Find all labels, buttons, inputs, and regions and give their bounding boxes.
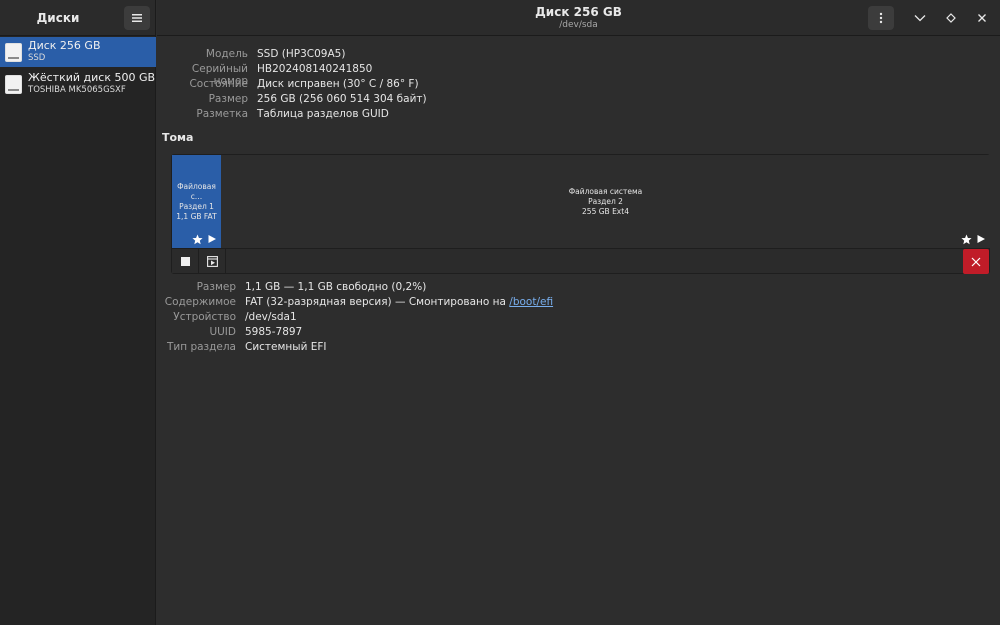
partition-status-icons — [192, 234, 217, 245]
close-window-button[interactable] — [969, 6, 995, 30]
partition-name: Раздел 2 — [588, 196, 623, 206]
partition-1[interactable]: Файловая с… Раздел 1 1,1 GB FAT — [172, 155, 221, 248]
info-label: Устройство — [173, 311, 236, 323]
mount-point-link[interactable]: /boot/efi — [509, 296, 553, 308]
info-value: Таблица разделов GUID — [257, 108, 389, 120]
info-label: Размер — [208, 93, 248, 105]
sidebar-item-disk-256[interactable]: Диск 256 GB SSD — [0, 37, 156, 67]
partition-status-icons — [961, 234, 986, 245]
disk-size-row: Размер 256 GB (256 060 514 304 байт) — [157, 93, 427, 105]
minimize-button[interactable] — [907, 6, 933, 30]
mount-icon — [206, 256, 218, 267]
disk-icon — [5, 74, 22, 94]
info-label: Модель — [205, 48, 248, 60]
disk-name: Диск 256 GB — [28, 39, 101, 52]
volume-map: Файловая с… Раздел 1 1,1 GB FAT Файловая… — [171, 154, 990, 274]
sidebar-header: Диски — [0, 0, 155, 36]
info-label: Тип раздела — [167, 341, 236, 353]
disk-subtitle: TOSHIBA MK5065GSXF — [28, 85, 126, 95]
play-icon — [977, 235, 985, 243]
info-value: Системный EFI — [245, 341, 327, 353]
kebab-icon — [879, 12, 883, 24]
info-label: Размер — [196, 281, 236, 293]
hamburger-icon — [132, 14, 142, 22]
unmount-button[interactable] — [172, 249, 199, 274]
diamond-icon — [946, 13, 956, 23]
partition-type: Файловая с… — [177, 181, 216, 201]
info-value: FAT (32-разрядная версия) — Смонтировано… — [245, 296, 553, 308]
volume-uuid-row: UUID 5985-7897 — [157, 326, 302, 338]
disk-state-row: Состояние Диск исправен (30° C / 86° F) — [157, 78, 419, 90]
info-label: Содержимое — [164, 296, 236, 308]
delete-partition-button[interactable] — [963, 249, 989, 274]
info-value: Диск исправен (30° C / 86° F) — [257, 78, 419, 90]
volume-size-row: Размер 1,1 GB — 1,1 GB свободно (0,2%) — [157, 281, 427, 293]
partition-2[interactable]: Файловая система Раздел 2 255 GB Ext4 — [221, 155, 990, 248]
sidebar: Диски Диск 256 GB SSD Жёсткий диск 500 G… — [0, 0, 156, 625]
info-value: /dev/sda1 — [245, 311, 297, 323]
disk-icon — [5, 42, 22, 62]
info-value: SSD (HP3C09A5) — [257, 48, 346, 60]
close-icon — [978, 14, 986, 22]
partition-size: 255 GB Ext4 — [582, 206, 629, 216]
maximize-button[interactable] — [938, 6, 964, 30]
chevron-down-icon — [914, 15, 926, 22]
disk-model-row: Модель SSD (HP3C09A5) — [157, 48, 346, 60]
info-label: Разметка — [196, 108, 248, 120]
disk-menu-button[interactable] — [868, 6, 894, 30]
header-bar: Диск 256 GB /dev/sda — [157, 0, 1000, 36]
info-value: 1,1 GB — 1,1 GB свободно (0,2%) — [245, 281, 427, 293]
sidebar-item-disk-500[interactable]: Жёсткий диск 500 GB TOSHIBA MK5065GSXF — [0, 69, 156, 99]
volume-device-row: Устройство /dev/sda1 — [157, 311, 297, 323]
volume-contents-row: Содержимое FAT (32-разрядная версия) — С… — [157, 296, 553, 308]
disk-partitioning-row: Разметка Таблица разделов GUID — [157, 108, 389, 120]
info-value: 5985-7897 — [245, 326, 303, 338]
partition-size: 1,1 GB FAT — [176, 211, 217, 221]
delete-icon — [971, 257, 981, 266]
disk-name: Жёсткий диск 500 GB — [28, 71, 156, 84]
info-label: UUID — [209, 326, 236, 338]
volumes-title: Тома — [162, 131, 194, 144]
volume-type-row: Тип раздела Системный EFI — [157, 341, 327, 353]
disk-subtitle: SSD — [28, 53, 46, 63]
partition-options-button[interactable] — [199, 249, 226, 274]
star-icon — [961, 234, 972, 245]
play-icon — [208, 235, 216, 243]
stop-icon — [180, 257, 190, 266]
contents-text: FAT (32-разрядная версия) — Смонтировано… — [245, 296, 510, 308]
main-menu-button[interactable] — [124, 6, 150, 30]
info-value: 256 GB (256 060 514 304 байт) — [257, 93, 427, 105]
partition-type: Файловая система — [568, 186, 643, 196]
partition-name: Раздел 1 — [179, 201, 214, 211]
star-icon — [192, 234, 203, 245]
info-label: Состояние — [189, 78, 248, 90]
volume-toolbar — [172, 248, 989, 274]
